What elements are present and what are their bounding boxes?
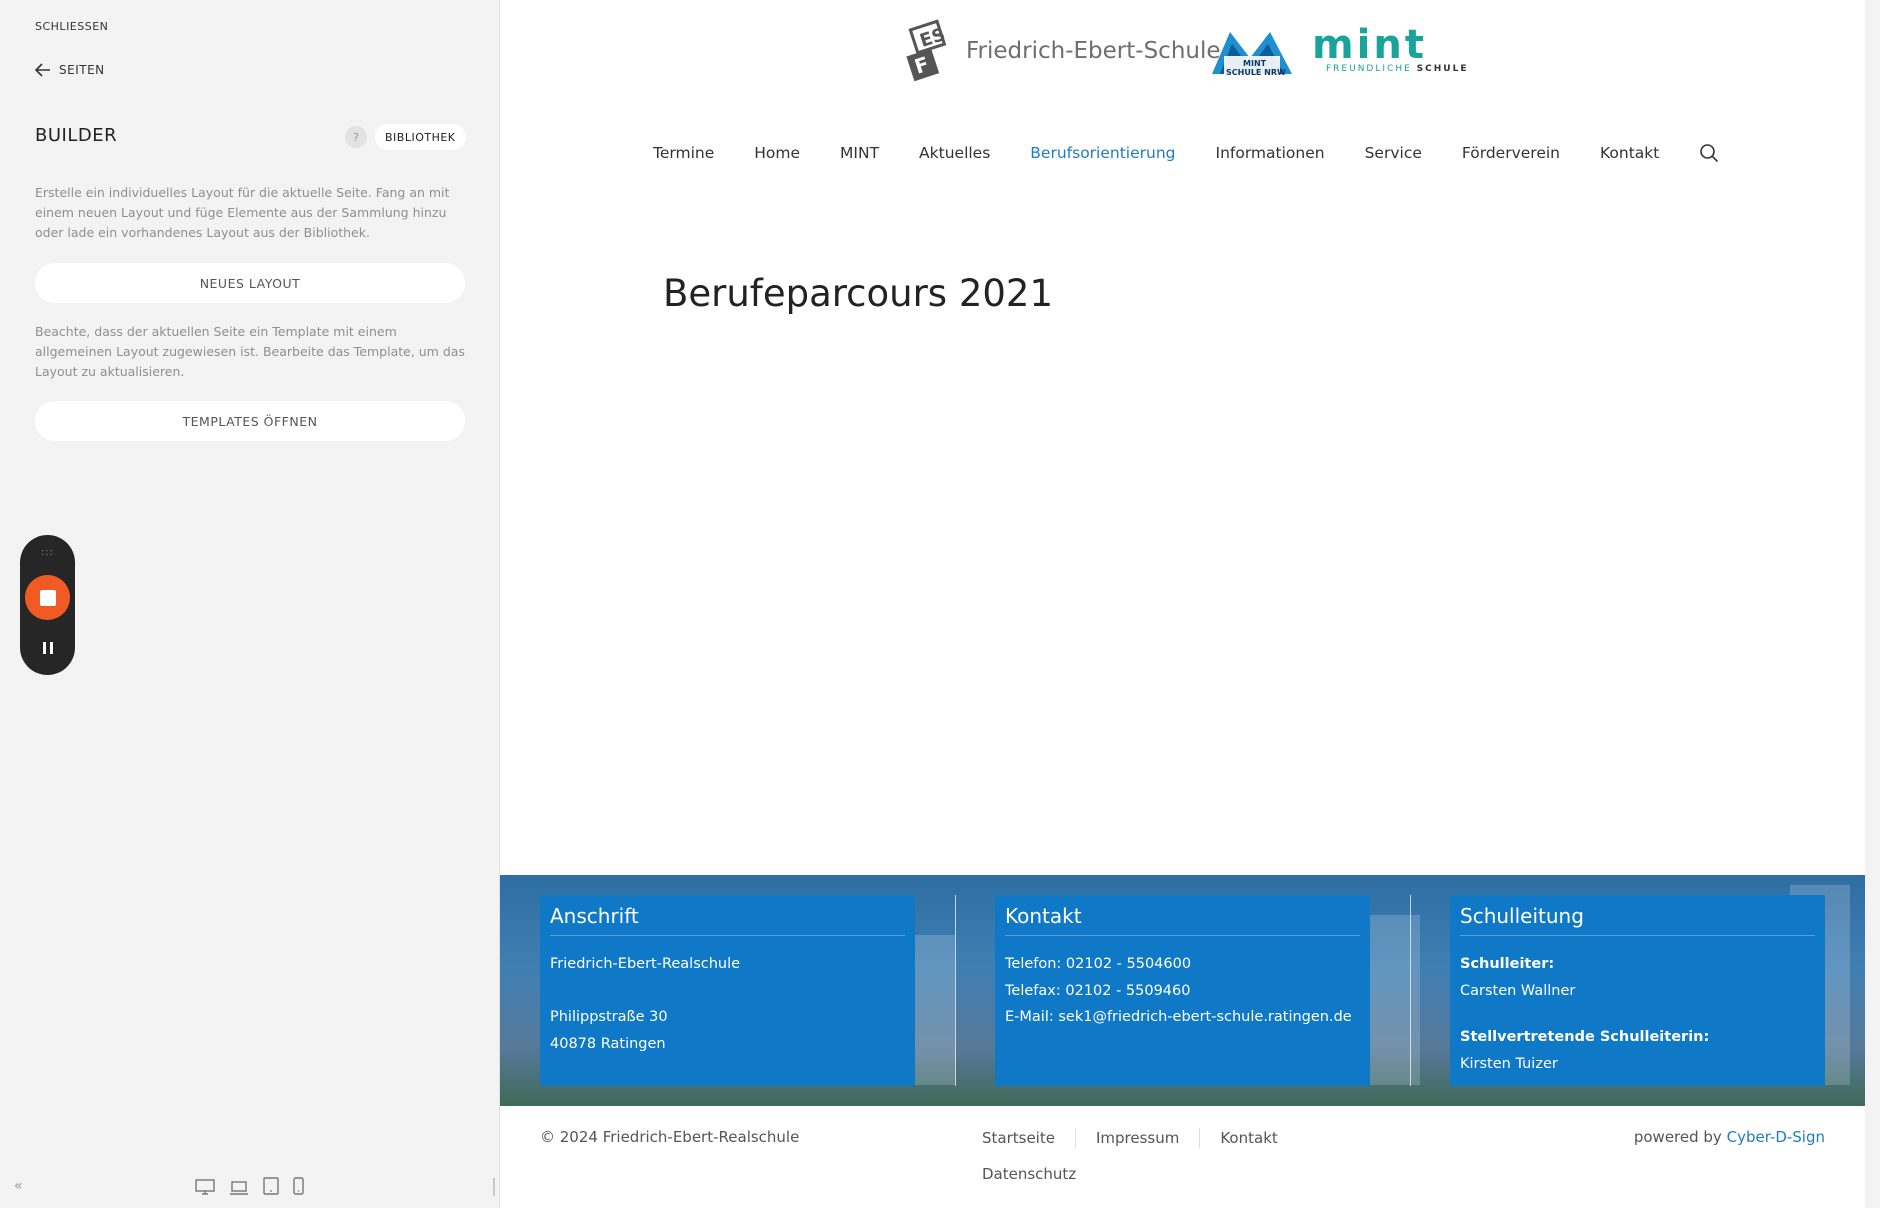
nav-item-informationen[interactable]: Informationen [1216, 144, 1325, 162]
builder-sidebar: SCHLIESSEN SEITEN BUILDER ? BIBLIOTHEK E… [0, 0, 500, 1208]
footer-link-startseite[interactable]: Startseite [982, 1128, 1075, 1148]
footer-address-name: Friedrich-Ebert-Realschule [550, 956, 741, 972]
laptop-icon[interactable] [229, 1181, 249, 1195]
powered-by: powered by Cyber-D-Sign [1634, 1128, 1825, 1146]
stop-icon [39, 589, 56, 606]
search-button[interactable] [1699, 143, 1719, 163]
drag-handle[interactable]: ::: [20, 547, 75, 558]
school-name: Friedrich-Ebert-Schule [966, 38, 1221, 64]
background-photo-detail [915, 935, 955, 1085]
mint-freundliche-schule-logo[interactable]: mint FREUNDLICHE SCHULE [1312, 22, 1468, 74]
template-info-text: Beachte, dass der aktuellen Seite ein Te… [35, 324, 465, 379]
mint-tagline-2: SCHULE [1416, 64, 1469, 74]
mint-tagline: FREUNDLICHE SCHULE [1326, 64, 1468, 74]
nav-item-service[interactable]: Service [1365, 144, 1422, 162]
preview-scroll-gutter [1865, 0, 1880, 1208]
main-navigation: Termine Home MINT Aktuelles Berufsorient… [653, 143, 1719, 163]
footer-email[interactable]: E-Mail: sek1@friedrich-ebert-schule.rati… [1005, 1004, 1360, 1031]
help-button[interactable]: ? [345, 126, 367, 148]
background-photo-detail [1370, 915, 1420, 1085]
device-preview-switcher [195, 1177, 304, 1195]
footer-address-panel: Anschrift Friedrich-Ebert-Realschule Phi… [540, 895, 915, 1086]
pause-icon [42, 642, 46, 654]
copyright-text: © 2024 Friedrich-Ebert-Realschule [540, 1128, 800, 1146]
footer-fax: Telefax: 02102 - 5509460 [1005, 982, 1191, 999]
footer-leadership-heading: Schulleitung [1460, 895, 1815, 936]
footer-address-street: Philippstraße 30 [550, 1009, 668, 1025]
collapse-sidebar-button[interactable]: « [14, 1178, 23, 1194]
tablet-icon[interactable] [263, 1177, 279, 1195]
footer-phone: Telefon: 02102 - 5504600 [1005, 956, 1192, 972]
footer-contact-heading: Kontakt [1005, 895, 1360, 936]
sidebar-resize-handle[interactable] [493, 1178, 495, 1196]
footer-link-impressum[interactable]: Impressum [1074, 1128, 1199, 1148]
school-logo[interactable]: ES F Friedrich-Ebert-Schule [900, 18, 1221, 84]
nav-item-aktuelles[interactable]: Aktuelles [919, 144, 990, 162]
mint-nrw-line1: MINT [1243, 59, 1267, 68]
powered-by-prefix: powered by [1633, 1128, 1722, 1146]
new-layout-button[interactable]: NEUES LAYOUT [35, 263, 465, 303]
mobile-icon[interactable] [293, 1177, 304, 1195]
footer-head-name: Carsten Wallner [1460, 982, 1576, 999]
footer-deputy-name: Kirsten Tuizer [1460, 1055, 1558, 1072]
close-button[interactable]: SCHLIESSEN [35, 20, 108, 33]
back-label: SEITEN [59, 63, 105, 77]
footer-address-city: 40878 Ratingen [550, 1035, 666, 1052]
footer-contact-panel: Kontakt Telefon: 02102 - 5504600 Telefax… [995, 895, 1370, 1086]
recorder-widget: ::: [20, 535, 75, 675]
footer-leadership-panel: Schulleitung Schulleiter: Carsten Wallne… [1450, 895, 1825, 1086]
nav-item-kontakt[interactable]: Kontakt [1600, 144, 1659, 162]
pause-button[interactable] [20, 635, 75, 661]
stop-recording-button[interactable] [25, 575, 70, 620]
footer-head-label: Schulleiter: [1460, 956, 1555, 972]
library-button[interactable]: BIBLIOTHEK [375, 124, 466, 150]
page-title: Berufeparcours 2021 [663, 272, 1053, 315]
nav-item-foerderverein[interactable]: Förderverein [1462, 144, 1560, 162]
builder-title: BUILDER [35, 125, 118, 146]
footer-address-heading: Anschrift [550, 895, 905, 936]
search-icon [1700, 144, 1719, 163]
nav-item-berufsorientierung[interactable]: Berufsorientierung [1030, 144, 1175, 162]
mint-nrw-logo-icon: MINT SCHULE NRW [1212, 32, 1292, 77]
footer-link-kontakt[interactable]: Kontakt [1199, 1128, 1297, 1148]
bottom-bar: © 2024 Friedrich-Ebert-Realschule Starts… [500, 1106, 1865, 1208]
mint-wordmark: mint [1312, 22, 1427, 68]
footer-link-datenschutz[interactable]: Datenschutz [982, 1164, 1096, 1184]
footer-divider [955, 895, 956, 1086]
open-templates-button[interactable]: TEMPLATES ÖFFNEN [35, 401, 465, 441]
pause-icon-bar [49, 642, 53, 654]
footer-divider [1410, 895, 1411, 1086]
mint-tagline-1: FREUNDLICHE [1326, 64, 1412, 74]
footer-deputy-label: Stellvertretende Schulleiterin: [1460, 1029, 1710, 1045]
mint-schule-nrw-logo[interactable]: MINT SCHULE NRW [1210, 28, 1294, 82]
footer-info-band: Anschrift Friedrich-Ebert-Realschule Phi… [500, 875, 1865, 1106]
nav-item-home[interactable]: Home [754, 144, 800, 162]
fes-cube-logo-icon: ES F [906, 19, 948, 82]
desktop-icon[interactable] [195, 1179, 215, 1195]
nav-item-mint[interactable]: MINT [840, 144, 879, 162]
page-preview: ES F Friedrich-Ebert-Schule MINT SCHULE … [500, 0, 1865, 1208]
nav-item-termine[interactable]: Termine [653, 144, 714, 162]
mint-nrw-line2: SCHULE NRW [1226, 68, 1286, 77]
arrow-left-icon [35, 63, 50, 77]
builder-intro-text: Erstelle ein individuelles Layout für di… [35, 185, 450, 240]
back-to-pages-button[interactable]: SEITEN [35, 63, 105, 77]
footer-links: Startseite Impressum Kontakt Datenschutz [982, 1128, 1342, 1184]
powered-by-link[interactable]: Cyber-D-Sign [1727, 1128, 1825, 1146]
